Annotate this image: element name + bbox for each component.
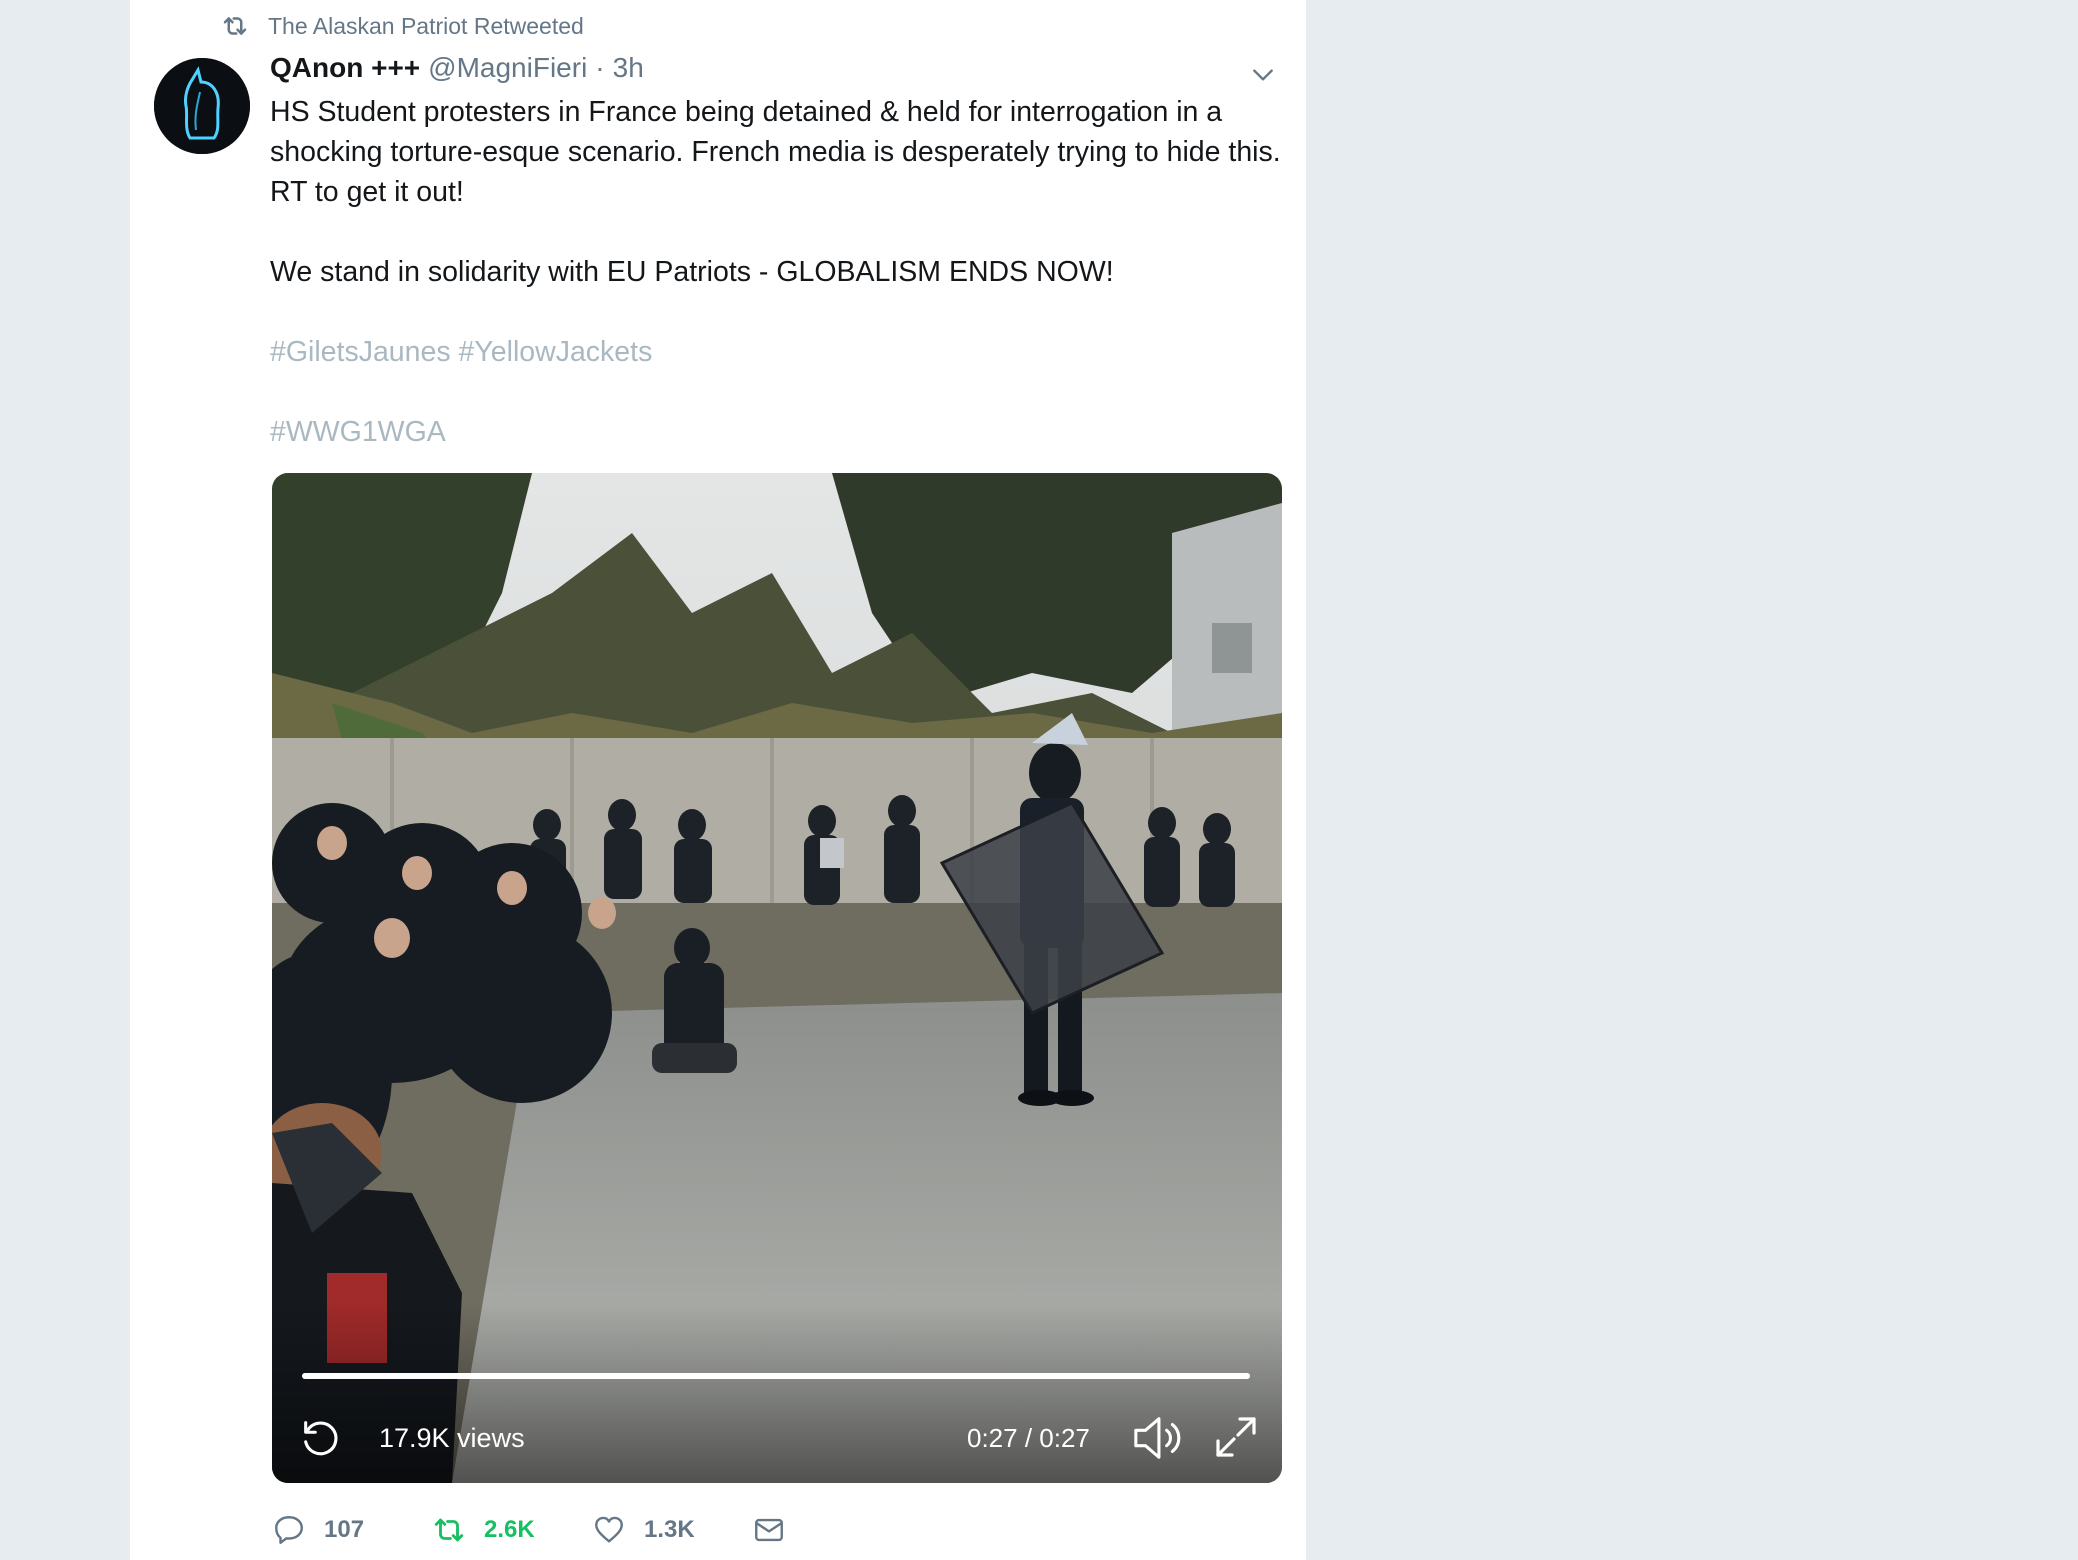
like-count: 1.3K [644,1516,695,1543]
tweet-paragraph: HS Student protesters in France being de… [270,96,1281,208]
retweeted-by-text[interactable]: The Alaskan Patriot Retweeted [268,13,584,40]
tweet-header: QAnon +++ @MagniFieri · 3h [270,52,644,92]
fullscreen-icon[interactable] [1212,1413,1260,1461]
tweet-text: HS Student protesters in France being de… [270,92,1300,452]
tweet-actions: 107 2.6K 1.3K [272,1510,786,1550]
tweet-paragraph: We stand in solidarity with EU Patriots … [270,256,1114,288]
view-count: 17.9K views [379,1423,525,1453]
retweet-button[interactable]: 2.6K [432,1513,592,1547]
hashtag-link[interactable]: #WWG1WGA [270,412,1300,452]
video-progress-bar[interactable] [302,1373,1250,1379]
header-separator: · [595,52,605,83]
retweet-icon [434,1518,464,1542]
reply-icon [275,1516,303,1544]
author-name[interactable]: QAnon +++ [270,52,420,84]
direct-message-button[interactable] [752,1513,786,1547]
reply-button[interactable]: 107 [272,1513,432,1547]
volume-icon[interactable] [1130,1413,1184,1463]
author-handle[interactable]: @MagniFieri [428,52,587,84]
hashtag-links[interactable]: #GiletsJaunes #YellowJackets [270,332,1300,372]
heart-icon [595,1516,623,1543]
retweeted-by-banner: The Alaskan Patriot Retweeted [220,10,584,42]
chevron-down-icon[interactable] [1250,62,1276,88]
replay-icon[interactable] [298,1415,344,1461]
tweet-card: The Alaskan Patriot Retweeted QAnon +++ … [130,0,1306,1560]
avatar[interactable] [154,58,250,154]
reply-count: 107 [324,1516,365,1543]
video-time: 0:27 / 0:27 [967,1423,1090,1453]
tweet-timestamp[interactable]: 3h [613,52,644,84]
video-player[interactable]: 17.9K views 0:27 / 0:27 [272,473,1282,1483]
video-progress-fill [302,1373,1250,1379]
retweet-count: 2.6K [484,1516,535,1543]
like-button[interactable]: 1.3K [592,1513,752,1547]
retweet-icon [223,17,247,35]
video-frame [272,473,1282,1483]
envelope-icon [755,1518,783,1542]
